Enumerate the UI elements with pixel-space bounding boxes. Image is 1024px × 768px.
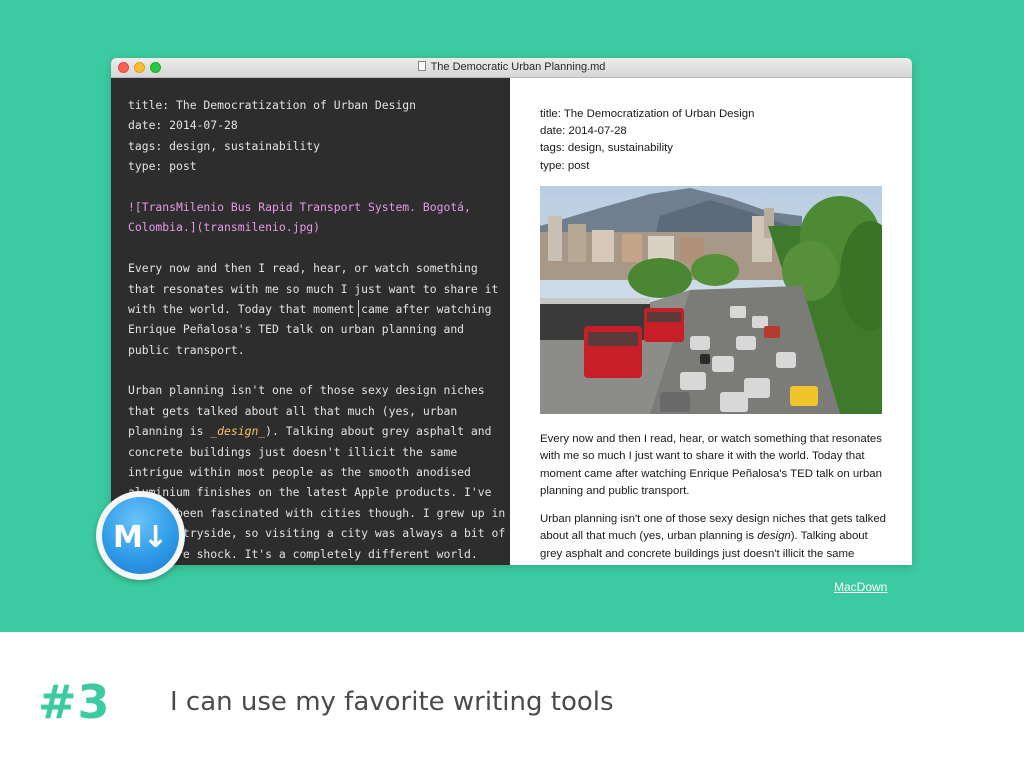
editor-text-run: planning is (128, 424, 211, 439)
editor-line: a culture shock. It's a completely diffe… (128, 546, 478, 561)
preview-meta-line: title: The Democratization of Urban Desi… (540, 108, 755, 120)
window-title: The Democratic Urban Planning.md (111, 61, 912, 73)
macdown-credit-link[interactable]: MacDown (834, 580, 887, 594)
window-titlebar[interactable]: The Democratic Urban Planning.md (111, 58, 912, 78)
markdown-icon: M↓ (96, 491, 185, 580)
preview-paragraph-2: Urban planning isn't one of those sexy d… (540, 511, 890, 565)
editor-text[interactable]: title: The Democratization of Urban Desi… (128, 95, 506, 564)
editor-line: planning is _design_). Talking about gre… (128, 421, 503, 441)
editor-line: tags: design, sustainability (128, 138, 321, 153)
editor-line: Every now and then I read, hear, or watc… (128, 261, 478, 276)
preview-emphasis: design (757, 530, 791, 543)
editor-line: concrete buildings just doesn't illicit … (128, 444, 458, 459)
preview-meta-line: tags: design, sustainability (540, 142, 673, 155)
editor-line: with the world. Today that moment came a… (128, 301, 492, 316)
app-window: The Democratic Urban Planning.md title: … (111, 58, 912, 565)
preview-meta-line: date: 2014-07-28 (540, 125, 627, 138)
editor-emphasis: _design_ (210, 424, 266, 439)
preview-front-matter: title: The Democratization of Urban Desi… (540, 106, 900, 175)
transmilenio-photo-image (540, 186, 882, 414)
preview-pane[interactable]: title: The Democratization of Urban Desi… (510, 78, 912, 565)
editor-line: always been fascinated with cities thoug… (128, 505, 506, 520)
editor-line: Urban planning isn't one of those sexy d… (128, 383, 485, 398)
document-icon (417, 61, 426, 71)
editor-text-run: ). Talking about grey asphalt and (265, 424, 492, 439)
window-title-text: The Democratic Urban Planning.md (430, 61, 606, 73)
editor-line: that gets talked about all that much (ye… (128, 403, 458, 418)
editor-line: Enrique Peñalosa's TED talk on urban pla… (128, 322, 465, 337)
text-caret (358, 300, 359, 317)
editor-line: Colombia.](transmilenio.jpg) (128, 220, 321, 235)
slide-number: #3 (38, 675, 111, 729)
editor-line: type: post (128, 159, 197, 174)
preview-paragraph-1: Every now and then I read, hear, or watc… (540, 433, 882, 498)
editor-line: public transport. (128, 342, 245, 357)
markdown-icon-label: M↓ (113, 520, 168, 555)
preview-meta-line: type: post (540, 159, 590, 172)
editor-line: ![TransMilenio Bus Rapid Transport Syste… (128, 199, 471, 214)
editor-line: title: The Democratization of Urban Desi… (128, 98, 417, 112)
editor-line: that resonates with me so much I just wa… (128, 281, 499, 296)
markdown-editor[interactable]: title: The Democratization of Urban Desi… (111, 78, 510, 565)
slide-caption: I can use my favorite writing tools (170, 687, 614, 717)
markdown-icon-glyph: M↓ (113, 520, 168, 555)
editor-line: intrigue within most people as the smoot… (128, 465, 471, 480)
transmilenio-photo (540, 186, 882, 414)
editor-line: date: 2014-07-28 (128, 118, 238, 133)
editor-line: aluminium finishes on the latest Apple p… (128, 485, 492, 500)
markdown-icon-badge: M↓ (102, 497, 179, 574)
